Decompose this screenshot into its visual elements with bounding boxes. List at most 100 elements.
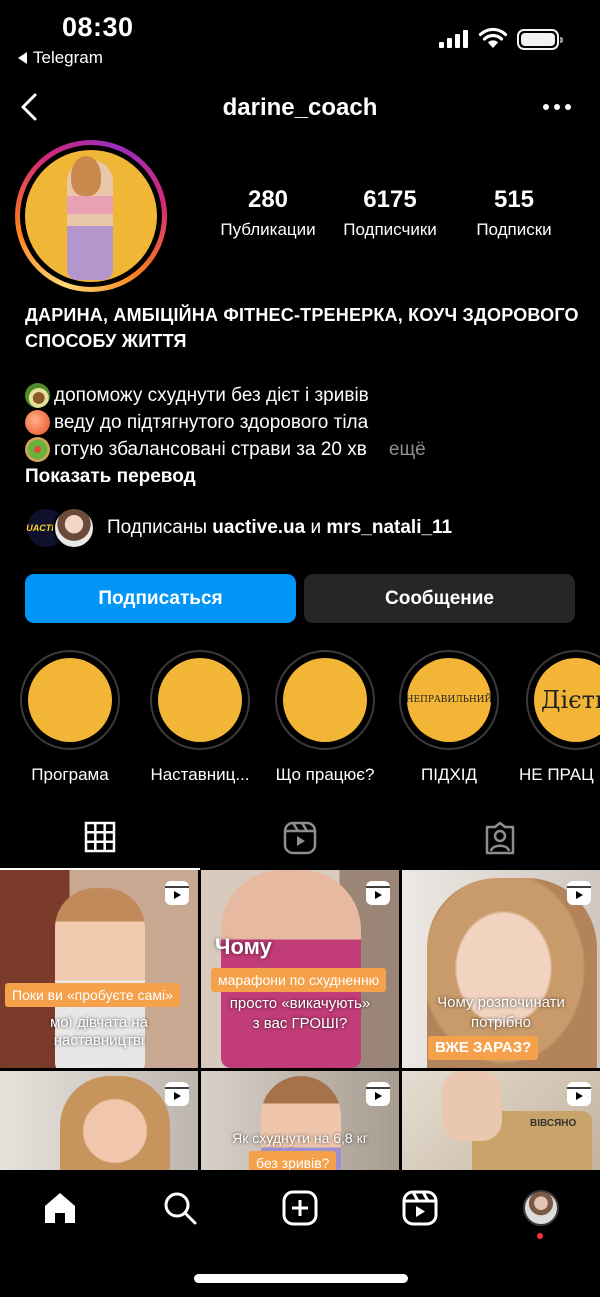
avatar-photo: [25, 150, 157, 282]
highlight-cover: [158, 658, 242, 742]
followers-count-value: 6175: [363, 186, 417, 213]
posts-count[interactable]: 280 Публикации: [212, 186, 324, 240]
profile-avatar[interactable]: [15, 140, 167, 292]
follower-avatar-natali: [53, 507, 95, 549]
post-thumbnail[interactable]: Як схуднути на 6,8 кг без зривів?: [201, 1071, 399, 1170]
following-count[interactable]: 515 Подписки: [460, 186, 568, 240]
followed-by-row[interactable]: UACTIVE Подписаны uactive.ua и mrs_natal…: [25, 506, 452, 550]
followed-by-user2[interactable]: mrs_natali_11: [326, 517, 452, 538]
highlight-cover: Дієти: [534, 658, 600, 742]
post-caption: Поки ви «пробуєте самі»: [5, 983, 180, 1007]
back-to-app-link[interactable]: Telegram: [18, 48, 103, 68]
bio-line: допоможу схуднути без дієт і зривів: [25, 382, 585, 409]
post-caption: Чому: [215, 934, 272, 959]
profile-avatar-icon: [523, 1190, 559, 1226]
posts-grid: Поки ви «пробуєте самі» мої дівчата на н…: [0, 870, 600, 1170]
highlight-label: Що працює?: [275, 765, 375, 784]
tab-reels[interactable]: [200, 806, 400, 870]
reel-icon: [567, 881, 591, 905]
story-highlight[interactable]: НЕПРАВИЛЬНИЙ ПІДХІД: [399, 650, 499, 785]
followed-by-user1[interactable]: uactive.ua: [212, 517, 305, 538]
home-indicator: [194, 1274, 408, 1283]
post-thumbnail[interactable]: Поки ви «пробуєте самі» мої дівчата на н…: [0, 870, 198, 1068]
bio-more-link[interactable]: ещё: [389, 436, 426, 463]
status-time: 08:30: [62, 12, 134, 42]
post-caption: з вас ГРОШІ?: [252, 1015, 348, 1032]
reel-icon: [366, 1082, 390, 1106]
highlight-cover: [28, 658, 112, 742]
post-caption: просто «викачують»: [229, 995, 371, 1012]
more-options-icon[interactable]: [540, 94, 574, 120]
posts-count-value: 280: [247, 186, 289, 213]
peach-emoji-icon: [25, 410, 50, 435]
post-caption: марафони по схудненню: [211, 968, 387, 992]
story-highlight[interactable]: Наставниц...: [147, 650, 253, 785]
nav-profile[interactable]: [521, 1188, 561, 1228]
tab-tagged[interactable]: [400, 806, 600, 870]
reel-icon: [366, 881, 390, 905]
grid-icon: [84, 821, 116, 853]
bio-line-text: веду до підтягнутого здорового тіла: [54, 412, 369, 433]
highlight-label: НЕ ПРАЦ: [519, 765, 594, 784]
reels-icon: [283, 821, 317, 855]
highlight-cover-text: Дієти: [541, 686, 600, 714]
tab-posts-grid[interactable]: [0, 806, 200, 870]
followed-by-joiner: и: [310, 517, 322, 538]
reel-icon: [165, 881, 189, 905]
profile-header: darine_coach: [0, 82, 600, 132]
reels-icon: [402, 1190, 438, 1226]
highlight-label: Наставниц...: [150, 765, 250, 784]
post-caption: ВЖЕ ЗАРАЗ?: [428, 1036, 539, 1060]
profile-username: darine_coach: [222, 94, 378, 121]
follow-button[interactable]: Подписаться: [25, 574, 296, 623]
create-plus-icon: [282, 1190, 318, 1226]
profile-display-name: ДАРИНА, АМБІЦІЙНА ФІТНЕС-ТРЕНЕРКА, КОУЧ …: [25, 305, 579, 351]
nav-search[interactable]: [160, 1188, 200, 1228]
bio-line: веду до підтягнутого здорового тіла: [25, 409, 585, 436]
nav-create[interactable]: [280, 1188, 320, 1228]
post-thumbnail[interactable]: ВІВСЯНО: [402, 1071, 600, 1170]
wifi-icon: [478, 27, 508, 48]
show-translation-link[interactable]: Показать перевод: [25, 466, 196, 488]
post-thumbnail[interactable]: Чому розпочинати потрібно ВЖЕ ЗАРАЗ?: [402, 870, 600, 1068]
post-caption: Як схуднути на 6,8 кг: [232, 1130, 368, 1146]
status-bar: 08:30 Telegram: [0, 0, 600, 75]
notification-dot: [537, 1233, 543, 1239]
post-thumbnail[interactable]: Чому марафони по схудненню просто «викач…: [201, 870, 399, 1068]
following-count-label: Подписки: [476, 220, 552, 239]
profile-bio: допоможу схуднути без дієт і зривів веду…: [25, 382, 585, 463]
bio-line: готую збалансовані страви за 20 хв ещё: [25, 436, 585, 463]
highlight-label: ПІДХІД: [420, 765, 478, 784]
story-highlight[interactable]: Програма: [20, 650, 120, 785]
posts-count-label: Публикации: [220, 220, 316, 239]
followed-by-text: Подписаны uactive.ua и mrs_natali_11: [107, 517, 452, 539]
home-icon: [45, 1193, 75, 1223]
nav-home[interactable]: [40, 1188, 80, 1228]
highlight-label: Програма: [31, 765, 109, 784]
back-app-label: Telegram: [33, 48, 103, 67]
post-caption: наставництві: [53, 1032, 145, 1049]
post-caption: без зривів?: [249, 1151, 337, 1170]
post-caption: потрібно: [471, 1014, 531, 1031]
bio-line-text: готую збалансовані страви за 20 хв: [54, 439, 367, 460]
bottom-navigation: [0, 1172, 600, 1297]
tagged-person-icon: [485, 821, 515, 855]
followers-count[interactable]: 6175 Подписчики: [334, 186, 446, 240]
battery-icon: [517, 29, 563, 50]
story-highlight[interactable]: Дієти НЕ ПРАЦ: [519, 650, 600, 785]
post-thumbnail[interactable]: [0, 1071, 198, 1170]
story-highlight[interactable]: Що працює?: [266, 650, 384, 785]
highlight-cover-text: НЕПРАВИЛЬНИЙ: [407, 695, 491, 705]
followers-count-label: Подписчики: [343, 220, 437, 239]
avocado-emoji-icon: [25, 383, 50, 408]
reel-icon: [165, 1082, 189, 1106]
post-caption: Чому розпочинати: [437, 994, 565, 1011]
message-button[interactable]: Сообщение: [304, 574, 575, 623]
nav-reels[interactable]: [400, 1188, 440, 1228]
salad-emoji-icon: [25, 437, 50, 462]
back-triangle-icon: [18, 52, 27, 64]
post-caption: ВІВСЯНО: [530, 1118, 577, 1129]
highlight-cover: [283, 658, 367, 742]
post-caption: мої дівчата на: [49, 1014, 149, 1031]
followed-by-prefix: Подписаны: [107, 517, 208, 538]
